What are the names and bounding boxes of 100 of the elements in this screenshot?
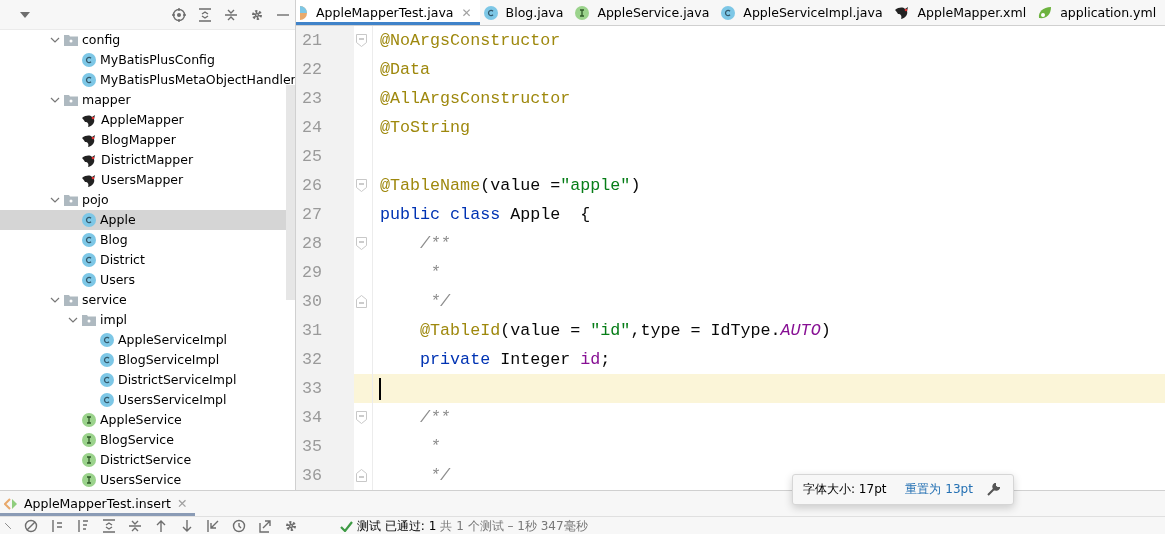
code-line: /** [419, 408, 451, 427]
check-icon [340, 520, 353, 532]
line-number: 30 [296, 287, 354, 316]
up-arrow-icon[interactable] [154, 519, 168, 533]
line-number: 27 [296, 200, 354, 229]
line-number: 26 [296, 171, 354, 200]
bird-icon [82, 153, 97, 167]
tree-item[interactable]: DistrictMapper [101, 150, 194, 170]
code-line: * [429, 263, 441, 282]
code-line: */ [429, 466, 451, 485]
editor-tab[interactable]: Blog.java [479, 0, 572, 25]
tree-item[interactable]: Users [100, 270, 135, 290]
stop-icon[interactable] [24, 519, 38, 533]
interface-icon [82, 413, 96, 427]
code-line: @TableId(value = "id",type = IdType.AUTO) [419, 321, 831, 340]
tree-item[interactable]: MyBatisPlusConfig [100, 50, 215, 70]
tree-item[interactable]: BlogServiceImpl [118, 350, 220, 370]
line-number: 36 [296, 461, 354, 490]
folder-icon [64, 194, 78, 206]
collapse-icon[interactable] [128, 519, 142, 533]
expand-icon[interactable] [198, 7, 212, 22]
tree-item[interactable]: District [100, 250, 145, 270]
code-line: @AllArgsConstructor [380, 89, 571, 108]
bird-icon [82, 113, 97, 127]
test-summary: 共 1 个测试 – 1秒 347毫秒 [440, 517, 588, 534]
tree-item[interactable]: Apple [100, 210, 136, 230]
code-line: * [429, 437, 441, 456]
sort-icon[interactable] [76, 519, 90, 533]
bird-icon [82, 173, 97, 187]
down-arrow-icon[interactable] [180, 519, 194, 533]
code-line: /** [419, 234, 451, 253]
tree-item[interactable]: UsersServiceImpl [118, 390, 227, 410]
line-number: 33 [296, 374, 354, 403]
chevron-down-icon[interactable] [50, 97, 60, 103]
tree-item[interactable]: config [82, 30, 121, 50]
tree-item[interactable]: AppleMapper [101, 110, 184, 130]
scrollbar[interactable] [286, 85, 295, 300]
interface-icon [575, 5, 590, 20]
text-cursor [379, 377, 381, 400]
test-status: 测试 已通过: 1 [357, 517, 437, 534]
line-number: 22 [296, 55, 354, 84]
chevron-down-icon[interactable] [68, 317, 78, 323]
line-number: 31 [296, 316, 354, 345]
tree-item[interactable]: DistrictService [100, 450, 192, 470]
interface-icon [82, 433, 96, 447]
editor-tab[interactable]: application.yml [1034, 0, 1165, 25]
tree-item[interactable]: DistrictServiceImpl [118, 370, 237, 390]
tree-item[interactable]: MyBatisPlusMetaObjectHandler [100, 70, 295, 90]
tree-item[interactable]: UsersMapper [101, 170, 184, 190]
line-number: 28 [296, 229, 354, 258]
code-line: @ToString [380, 118, 471, 137]
line-number: 23 [296, 84, 354, 113]
settings-icon[interactable] [284, 519, 298, 533]
import-icon[interactable] [206, 519, 220, 533]
tree-item[interactable]: pojo [82, 190, 109, 210]
editor-tab[interactable]: AppleMapperTest.java ✕ [296, 0, 480, 25]
interface-icon [82, 473, 96, 487]
tree-item[interactable]: UsersService [100, 470, 182, 490]
run-tab[interactable]: AppleMapperTest.insert ✕ [0, 491, 196, 516]
line-number: 32 [296, 345, 354, 374]
tree-item[interactable]: BlogService [100, 430, 174, 450]
interface-icon [82, 453, 96, 467]
code-line: @Data [380, 60, 431, 79]
tree-item[interactable]: AppleServiceImpl [118, 330, 228, 350]
export-icon[interactable] [258, 519, 272, 533]
bird-icon [894, 6, 910, 19]
test-run-icon [4, 497, 18, 510]
collapse-icon[interactable] [224, 7, 238, 22]
expand-icon[interactable] [102, 519, 116, 533]
crosshair-icon[interactable] [172, 7, 186, 22]
bird-icon [82, 133, 97, 147]
wrench-icon[interactable] [986, 483, 1000, 496]
code-line: private Integer id; [419, 350, 611, 369]
line-number: 29 [296, 258, 354, 287]
chevron-down-icon[interactable] [50, 197, 60, 203]
line-number: 34 [296, 403, 354, 432]
folder-icon [82, 314, 96, 326]
tree-item[interactable]: service [82, 290, 127, 310]
editor-tab[interactable]: AppleService.java [571, 0, 718, 25]
tree-item[interactable]: AppleService [100, 410, 182, 430]
editor-tab[interactable]: AppleMapper.xml [890, 0, 1035, 25]
tree-item[interactable]: mapper [82, 90, 131, 110]
reset-link[interactable]: 重置为 13pt [905, 481, 973, 498]
code-line: public class Apple { [380, 205, 591, 224]
folder-icon [64, 94, 78, 106]
line-number: 35 [296, 432, 354, 461]
folder-icon [64, 34, 78, 46]
chevron-down-icon[interactable] [50, 37, 60, 43]
caret-icon[interactable] [20, 11, 30, 18]
chevron-down-icon[interactable] [50, 297, 60, 303]
tree-item[interactable]: BlogMapper [101, 130, 176, 150]
folder-icon [64, 294, 78, 306]
sort-icon[interactable] [50, 519, 64, 533]
code-line: @NoArgsConstructor [380, 31, 561, 50]
settings-icon[interactable] [250, 7, 264, 22]
tree-item[interactable]: Blog [100, 230, 128, 250]
font-size-message: 字体大小: 17pt [803, 481, 887, 498]
tree-item[interactable]: impl [100, 310, 128, 330]
editor-tab[interactable]: AppleServiceImpl.java [717, 0, 891, 25]
history-icon[interactable] [232, 519, 246, 533]
